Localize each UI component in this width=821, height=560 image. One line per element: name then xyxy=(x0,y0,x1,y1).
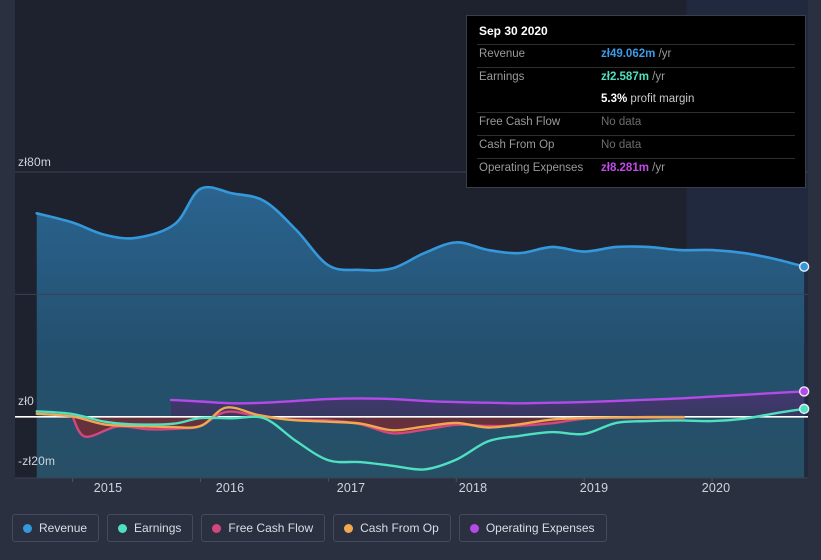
tooltip-date: Sep 30 2020 xyxy=(479,24,548,38)
legend-label-free-cash-flow: Free Cash Flow xyxy=(228,521,314,535)
tooltip-row-free-cash-flow: Free Cash Flow No data xyxy=(477,112,795,135)
legend-dot-revenue-icon xyxy=(23,523,32,533)
legend-item-free-cash-flow[interactable]: Free Cash Flow xyxy=(201,514,326,542)
tooltip-number-revenue: zł49.062m xyxy=(601,48,656,60)
legend-label-revenue: Revenue xyxy=(39,521,88,535)
tooltip-value-earnings: zł2.587m /yr xyxy=(601,71,665,83)
y-axis-label-neg20m: -zł20m xyxy=(18,454,56,468)
tooltip-value-profit-margin: 5.3% profit margin xyxy=(601,93,694,105)
tooltip-value-cash-from-op: No data xyxy=(601,139,642,151)
legend-item-operating-expenses[interactable]: Operating Expenses xyxy=(458,514,607,542)
legend-dot-operating-expenses-icon xyxy=(469,523,479,533)
legend-dot-earnings-icon xyxy=(118,523,128,533)
tooltip-unit-operating-expenses: /yr xyxy=(652,162,665,174)
tooltip-label-earnings: Earnings xyxy=(479,71,525,83)
data-tooltip: Sep 30 2020 Revenue zł49.062m /yr Earnin… xyxy=(466,15,806,188)
tooltip-label-free-cash-flow: Free Cash Flow xyxy=(479,116,561,128)
tooltip-unit-earnings: /yr xyxy=(652,71,665,83)
x-axis-label-2017: 2017 xyxy=(336,481,366,495)
tooltip-row-revenue: Revenue zł49.062m /yr xyxy=(477,44,795,67)
legend-item-revenue[interactable]: Revenue xyxy=(12,514,100,542)
legend-label-operating-expenses: Operating Expenses xyxy=(485,521,595,535)
legend-dot-free-cash-flow-icon xyxy=(212,523,222,533)
y-axis-label-0: zł0 xyxy=(18,394,34,408)
x-axis-label-2015: 2015 xyxy=(93,481,123,495)
tooltip-row-cash-from-op: Cash From Op No data xyxy=(477,135,795,158)
tooltip-number-profit-margin: 5.3% xyxy=(601,93,628,105)
tooltip-label-cash-from-op: Cash From Op xyxy=(479,139,555,151)
x-axis-label-2019: 2019 xyxy=(579,481,609,495)
legend-item-earnings[interactable]: Earnings xyxy=(107,514,194,542)
tooltip-row-profit-margin: 5.3% profit margin xyxy=(477,90,795,112)
tooltip-row-operating-expenses: Operating Expenses zł8.281m /yr xyxy=(477,158,795,181)
tooltip-unit-revenue: /yr xyxy=(658,48,672,60)
legend-item-cash-from-op[interactable]: Cash From Op xyxy=(333,514,451,542)
tooltip-value-revenue: zł49.062m /yr xyxy=(601,48,671,60)
x-axis-label-2020: 2020 xyxy=(701,481,731,495)
tooltip-row-earnings: Earnings zł2.587m /yr xyxy=(477,67,795,90)
y-axis-label-80m: zł80m xyxy=(18,155,52,169)
tooltip-text-profit-margin: profit margin xyxy=(630,93,695,105)
tooltip-label-revenue: Revenue xyxy=(479,48,526,60)
tooltip-value-free-cash-flow: No data xyxy=(601,116,642,128)
chart-legend: Revenue Earnings Free Cash Flow Cash Fro… xyxy=(12,514,607,542)
x-axis-label-2016: 2016 xyxy=(215,481,245,495)
tooltip-number-earnings: zł2.587m xyxy=(601,71,649,83)
tooltip-number-operating-expenses: zł8.281m xyxy=(601,162,649,174)
x-axis-label-2018: 2018 xyxy=(458,481,488,495)
legend-label-cash-from-op: Cash From Op xyxy=(360,521,439,535)
legend-dot-cash-from-op-icon xyxy=(344,523,354,533)
tooltip-value-operating-expenses: zł8.281m /yr xyxy=(601,162,665,174)
legend-label-earnings: Earnings xyxy=(134,521,182,535)
financial-chart: zł80m zł0 -zł20m 2015 2016 2017 2018 201… xyxy=(0,0,821,560)
tooltip-label-operating-expenses: Operating Expenses xyxy=(479,162,584,174)
